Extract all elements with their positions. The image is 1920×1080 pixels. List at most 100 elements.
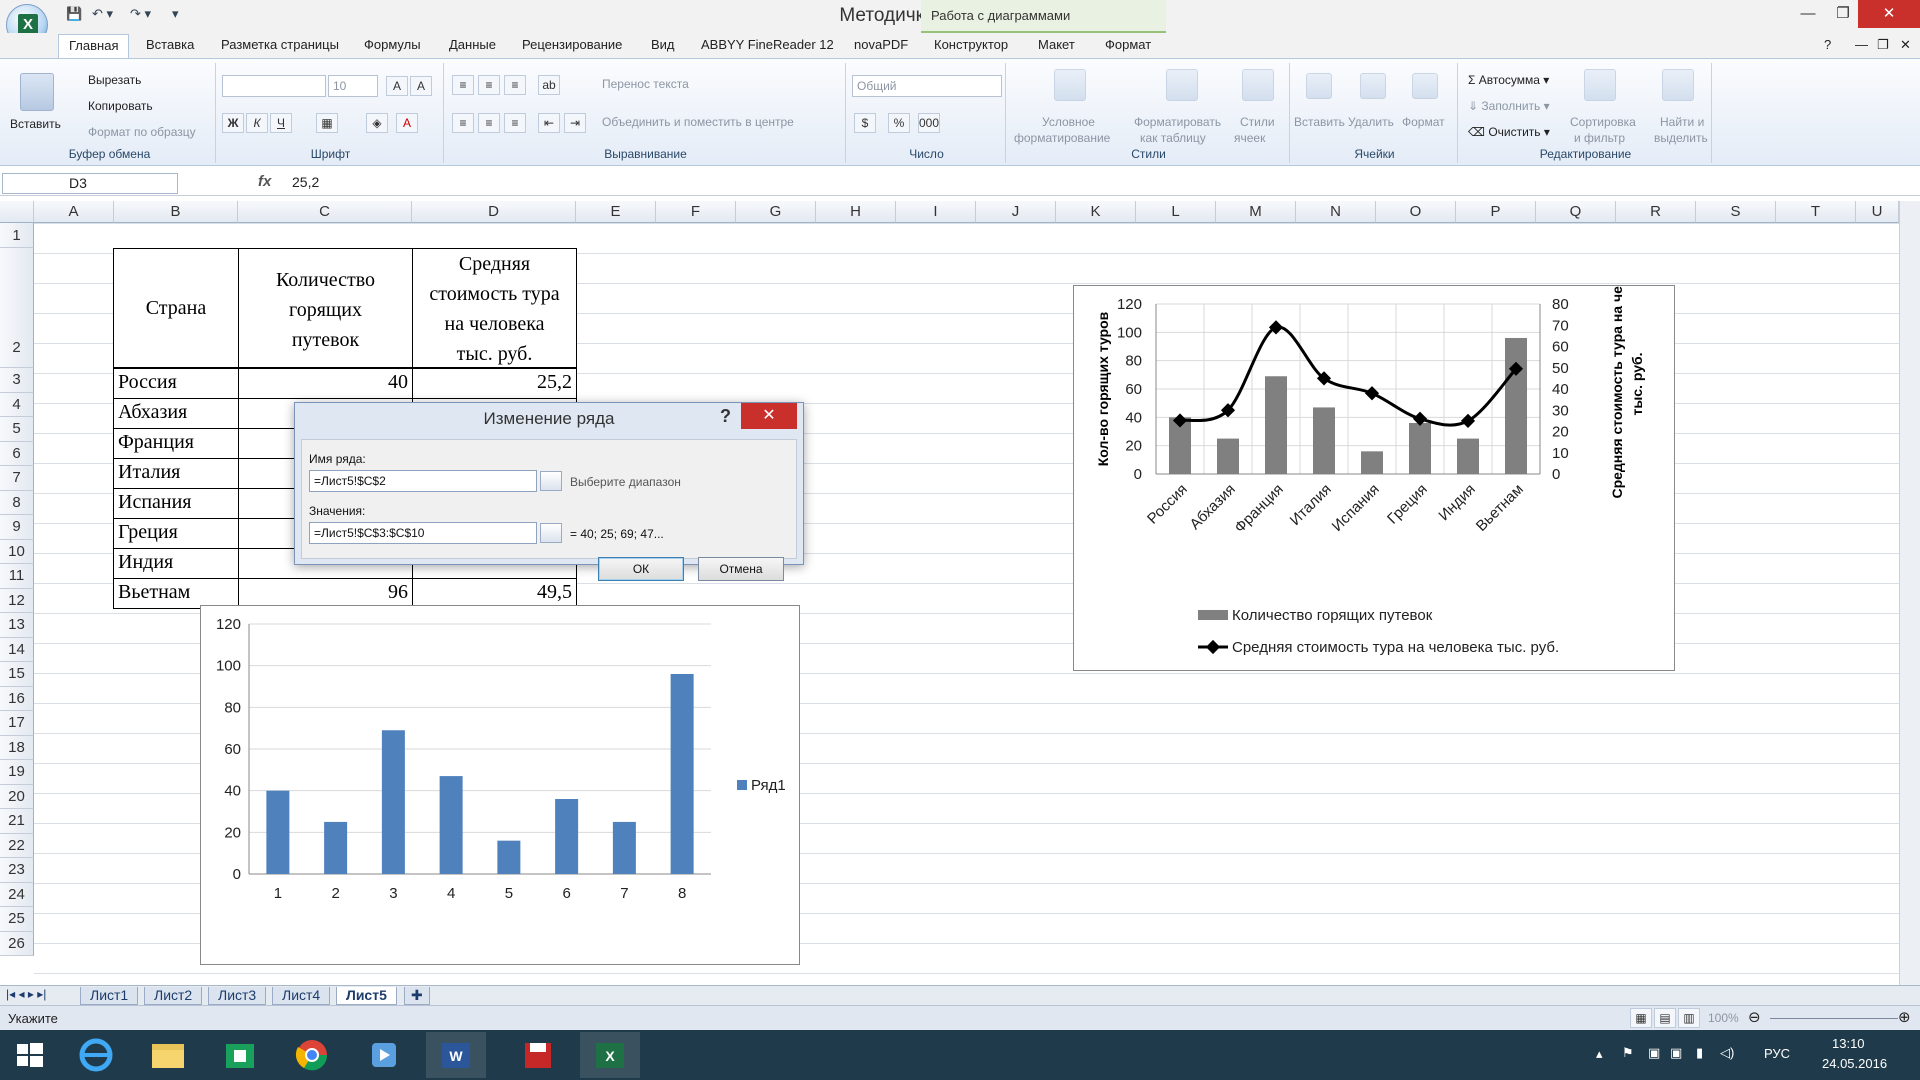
media-player-icon[interactable]: [354, 1032, 414, 1078]
column-header[interactable]: B: [114, 201, 238, 223]
row-header[interactable]: 24: [0, 882, 34, 907]
page-layout-view-icon[interactable]: ▤: [1654, 1008, 1676, 1028]
bar[interactable]: [266, 790, 290, 874]
column-header[interactable]: L: [1136, 201, 1216, 223]
bar[interactable]: [1409, 423, 1431, 474]
format-table-button[interactable]: Форматировать: [1134, 115, 1221, 129]
series-name-input[interactable]: =Лист5!$C$2: [309, 470, 537, 492]
column-header[interactable]: I: [896, 201, 976, 223]
increase-indent-button[interactable]: ⇥: [564, 113, 586, 133]
row-header[interactable]: 19: [0, 760, 34, 785]
legend-label[interactable]: Средняя стоимость тура на человека тыс. …: [1232, 639, 1559, 656]
zoom-level[interactable]: 100%: [1708, 1011, 1739, 1025]
align-middle-button[interactable]: ≡: [478, 75, 500, 95]
clock-time[interactable]: 13:10: [1832, 1036, 1865, 1051]
customize-qat-icon[interactable]: ▾: [172, 6, 179, 22]
header-country[interactable]: Страна: [113, 248, 239, 368]
normal-view-icon[interactable]: ▦: [1630, 1008, 1652, 1028]
sort-filter-line2[interactable]: и фильтр: [1574, 131, 1625, 145]
column-header[interactable]: M: [1216, 201, 1296, 223]
format-cells-icon[interactable]: [1412, 73, 1438, 99]
ie-icon[interactable]: [66, 1032, 126, 1078]
ribbon-minimize-icon[interactable]: —: [1855, 37, 1868, 52]
chart-combo[interactable]: 0 20 40 60 80 100 120 0 10 20 30 40 50 60 70 80 Россия Аб…: [1073, 269, 1675, 671]
name-box[interactable]: D3: [2, 173, 178, 194]
table-cell-country[interactable]: Россия: [113, 368, 239, 399]
save-disk-icon[interactable]: [508, 1032, 568, 1078]
row-header[interactable]: 11: [0, 564, 34, 589]
series-values-input[interactable]: =Лист5!$C$3:$C$10: [309, 522, 537, 544]
orientation-button[interactable]: ab: [538, 75, 560, 95]
bar[interactable]: [497, 840, 521, 874]
font-color-button[interactable]: A: [396, 113, 418, 133]
table-cell-count[interactable]: 40: [238, 368, 413, 399]
bar[interactable]: [1457, 438, 1479, 474]
windows-start-icon[interactable]: [0, 1032, 60, 1078]
select-all-corner[interactable]: [0, 201, 34, 223]
row-header[interactable]: 2: [0, 248, 34, 368]
cell-styles-button[interactable]: Стили: [1240, 115, 1275, 129]
sheet-tab[interactable]: Лист1: [80, 987, 139, 1005]
borders-button[interactable]: ▦: [316, 113, 338, 133]
flag-icon[interactable]: ⚑: [1622, 1045, 1634, 1061]
row-header[interactable]: 21: [0, 809, 34, 834]
redo-icon[interactable]: ↷ ▾: [130, 6, 151, 22]
tray-expand-icon[interactable]: ▴: [1596, 1046, 1603, 1062]
currency-button[interactable]: $: [854, 113, 876, 133]
column-header[interactable]: O: [1376, 201, 1456, 223]
merge-center-button[interactable]: Объединить и поместить в центре: [602, 115, 794, 129]
row-header[interactable]: 25: [0, 907, 34, 932]
word-icon[interactable]: W: [426, 1032, 486, 1078]
bar[interactable]: [555, 799, 579, 874]
insert-sheet-icon[interactable]: ✚: [404, 987, 430, 1005]
tray-app-icon[interactable]: ▣: [1670, 1045, 1682, 1061]
legend-label[interactable]: Количество горящих путевок: [1232, 607, 1433, 624]
cell-styles-line2[interactable]: ячеек: [1234, 131, 1265, 145]
format-painter-button[interactable]: Формат по образцу: [88, 125, 196, 139]
column-header[interactable]: J: [976, 201, 1056, 223]
paste-button[interactable]: Вставить: [10, 117, 61, 131]
table-cell-country[interactable]: Греция: [113, 518, 239, 549]
find-select-button[interactable]: Найти и: [1660, 115, 1704, 129]
sheet-tab[interactable]: Лист3: [208, 987, 267, 1005]
clock-date[interactable]: 24.05.2016: [1822, 1056, 1887, 1071]
sheet-nav-icon[interactable]: |◂ ◂ ▸ ▸|: [6, 987, 46, 1001]
row-header[interactable]: 20: [0, 784, 34, 809]
insert-cells-icon[interactable]: [1306, 73, 1332, 99]
align-center-button[interactable]: ≡: [478, 113, 500, 133]
sheet-tab[interactable]: Лист2: [144, 987, 203, 1005]
column-header[interactable]: G: [736, 201, 816, 223]
tab-abbyy[interactable]: ABBYY FineReader 12: [701, 37, 834, 52]
column-header[interactable]: D: [412, 201, 576, 223]
sheet-tab[interactable]: Лист4: [272, 987, 331, 1005]
column-header[interactable]: R: [1616, 201, 1696, 223]
clear-button[interactable]: ⌫ Очистить ▾: [1468, 125, 1550, 139]
column-header[interactable]: U: [1856, 201, 1899, 223]
row-header[interactable]: 22: [0, 833, 34, 858]
row-header[interactable]: 9: [0, 515, 34, 540]
row-header[interactable]: 18: [0, 735, 34, 760]
row-header[interactable]: 6: [0, 441, 34, 466]
column-header[interactable]: C: [238, 201, 412, 223]
excel-icon[interactable]: X: [580, 1032, 640, 1078]
thousands-button[interactable]: 000: [918, 113, 940, 133]
chrome-icon[interactable]: [282, 1032, 342, 1078]
wrap-text-button[interactable]: Перенос текста: [602, 77, 689, 91]
conditional-format-button[interactable]: Условное: [1042, 115, 1095, 129]
align-right-button[interactable]: ≡: [504, 113, 526, 133]
sheet-tab-active[interactable]: Лист5: [336, 987, 397, 1005]
percent-button[interactable]: %: [888, 113, 910, 133]
tab-data[interactable]: Данные: [449, 37, 496, 52]
dialog-help-button[interactable]: ?: [720, 406, 731, 427]
row-header[interactable]: 4: [0, 392, 34, 417]
row-header[interactable]: 26: [0, 931, 34, 956]
paste-icon[interactable]: [20, 73, 54, 111]
align-left-button[interactable]: ≡: [452, 113, 474, 133]
header-count[interactable]: Количество горящих путевок: [238, 248, 413, 368]
copy-button[interactable]: Копировать: [88, 99, 153, 113]
format-table-icon[interactable]: [1166, 69, 1198, 101]
column-header[interactable]: K: [1056, 201, 1136, 223]
zoom-out-icon[interactable]: ⊖: [1748, 1008, 1761, 1026]
column-header[interactable]: E: [576, 201, 656, 223]
fill-color-button[interactable]: ◈: [366, 113, 388, 133]
